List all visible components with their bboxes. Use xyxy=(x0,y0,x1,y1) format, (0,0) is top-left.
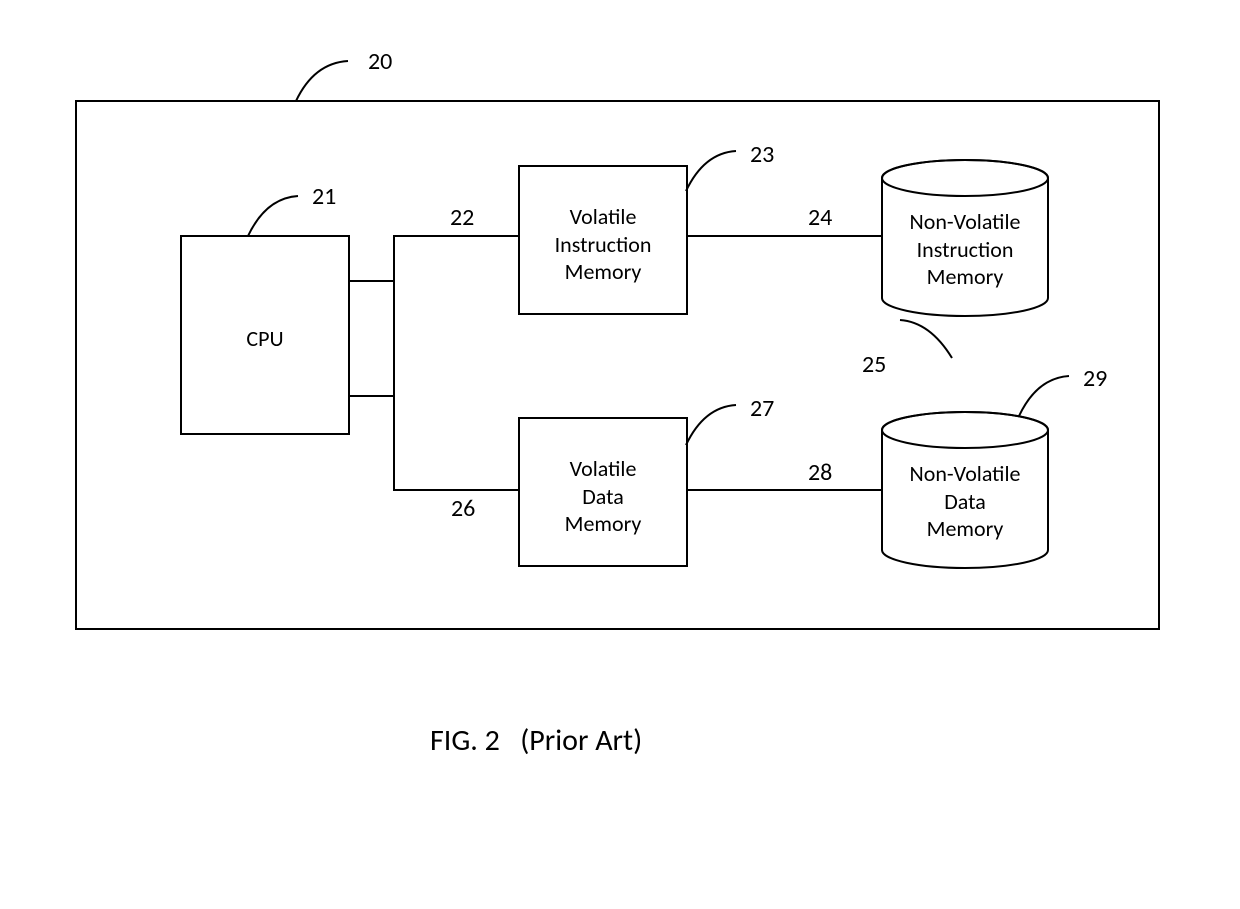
leader-20 xyxy=(290,55,360,105)
volatile-instruction-memory-block: Volatile Instruction Memory xyxy=(518,165,688,315)
vol-data-l2: Data xyxy=(582,483,624,510)
label-24: 24 xyxy=(808,203,832,232)
volatile-data-memory-block: Volatile Data Memory xyxy=(518,417,688,567)
nv-instr-l3: Memory xyxy=(927,263,1004,290)
cpu-label: CPU xyxy=(182,325,348,353)
diagram-canvas: 20 CPU 21 Volatile Instruction Memory 23… xyxy=(0,0,1240,909)
leader-25 xyxy=(896,314,958,366)
bus-26 xyxy=(393,489,518,491)
bus-22 xyxy=(393,235,518,237)
label-27: 27 xyxy=(750,394,774,423)
nv-instr-label-group: Non-Volatile Instruction Memory xyxy=(880,208,1050,291)
leader-29 xyxy=(1013,370,1075,420)
nv-data-l3: Memory xyxy=(927,515,1004,542)
vol-data-l1: Volatile xyxy=(570,455,637,482)
cpu-block: CPU xyxy=(180,235,350,435)
vol-instr-l1: Volatile xyxy=(570,203,637,230)
vol-instr-l2: Instruction xyxy=(555,231,652,258)
label-26: 26 xyxy=(451,494,475,523)
bus-24 xyxy=(688,235,882,237)
label-21: 21 xyxy=(312,182,336,211)
cpu-stub-upper xyxy=(350,280,395,282)
label-22: 22 xyxy=(450,203,474,232)
caption-prior: (Prior Art) xyxy=(520,722,642,759)
leader-23 xyxy=(680,145,742,195)
label-23: 23 xyxy=(750,140,774,169)
caption-fig: FIG. 2 xyxy=(430,722,500,759)
nv-data-l2: Data xyxy=(944,488,986,515)
label-29: 29 xyxy=(1083,364,1107,393)
leader-21 xyxy=(242,190,304,240)
label-25: 25 xyxy=(862,350,886,379)
nv-data-label-group: Non-Volatile Data Memory xyxy=(880,460,1050,543)
label-28: 28 xyxy=(808,458,832,487)
vol-data-l3: Memory xyxy=(565,510,642,537)
bus-28 xyxy=(688,489,882,491)
cpu-stub-lower xyxy=(350,395,395,397)
vol-instr-l3: Memory xyxy=(565,258,642,285)
leader-27 xyxy=(680,399,742,449)
cpu-bus-trunk xyxy=(393,235,395,491)
figure-caption: FIG. 2 (Prior Art) xyxy=(430,722,642,759)
nv-instr-l2: Instruction xyxy=(917,236,1014,263)
nv-data-l1: Non-Volatile xyxy=(910,460,1021,487)
label-20: 20 xyxy=(368,47,392,76)
nv-instr-l1: Non-Volatile xyxy=(910,208,1021,235)
